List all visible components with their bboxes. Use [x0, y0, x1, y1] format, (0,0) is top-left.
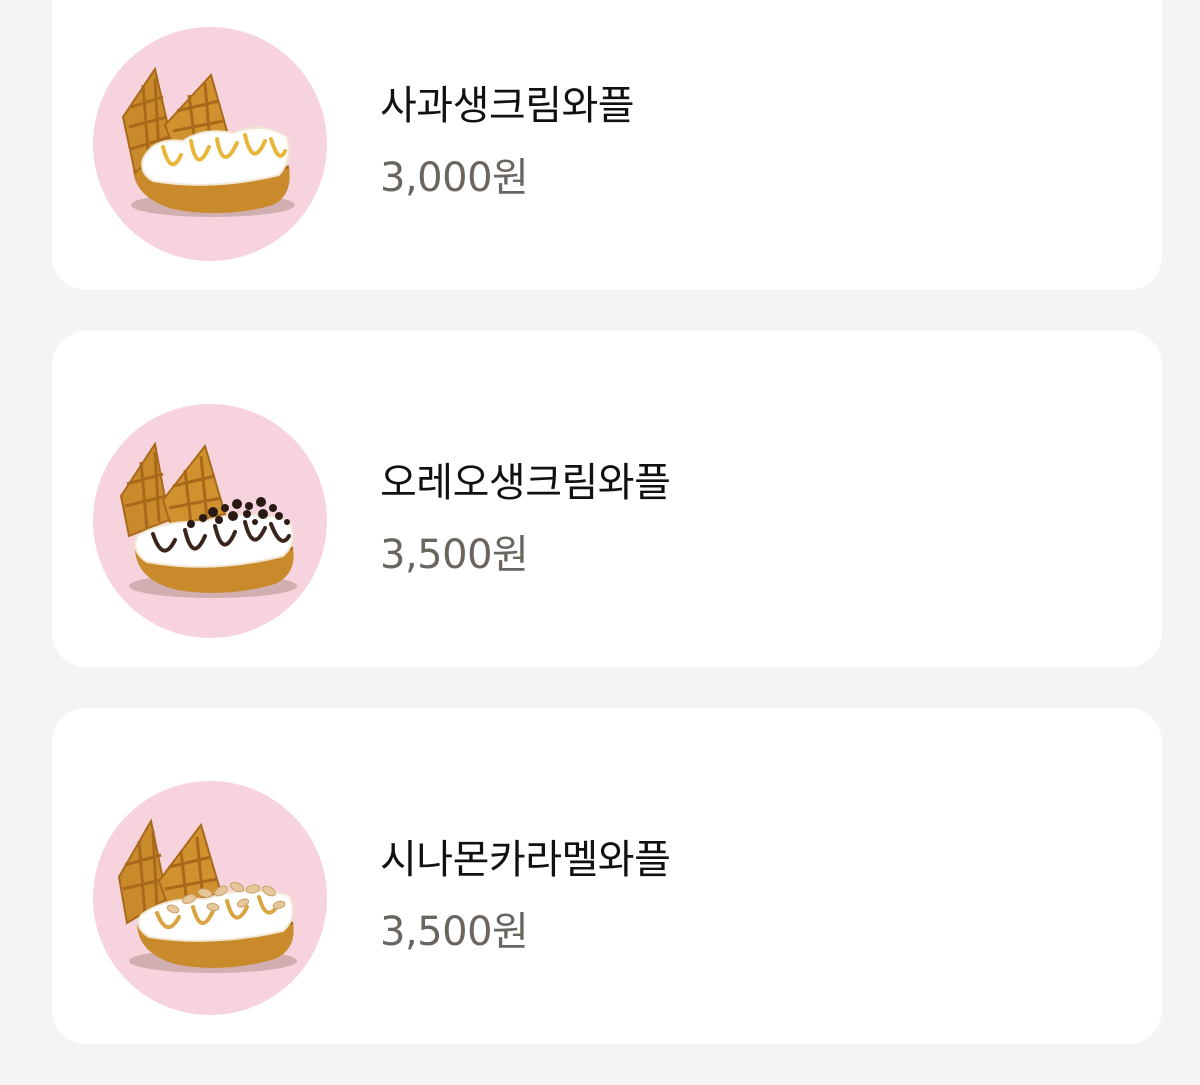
menu-item-name: 오레오생크림와플	[380, 460, 671, 506]
menu-item-price: 3,500원	[380, 532, 529, 578]
menu-item-thumbnail	[93, 27, 327, 261]
oreo-cream-waffle-icon	[119, 441, 297, 598]
menu-item-name: 시나몬카라멜와플	[380, 837, 671, 883]
menu-item-price: 3,500원	[380, 909, 529, 955]
menu-item-oreo-cream-waffle[interactable]: 오레오생크림와플 3,500원	[52, 331, 1162, 667]
menu-item-thumbnail	[93, 404, 327, 638]
cinnamon-caramel-waffle-icon	[117, 818, 297, 973]
menu-item-name: 사과생크림와플	[380, 83, 635, 129]
menu-item-apple-cream-waffle[interactable]: 사과생크림와플 3,000원	[52, 0, 1162, 290]
apple-cream-waffle-icon	[121, 66, 295, 217]
menu-item-thumbnail	[93, 781, 327, 1015]
menu-item-price: 3,000원	[380, 155, 529, 201]
menu-list: 사과생크림와플 3,000원 오레오생크림와플 3,500원 시나몬카라멜와플 …	[52, 0, 1162, 1085]
menu-item-cinnamon-caramel-waffle[interactable]: 시나몬카라멜와플 3,500원	[52, 708, 1162, 1044]
